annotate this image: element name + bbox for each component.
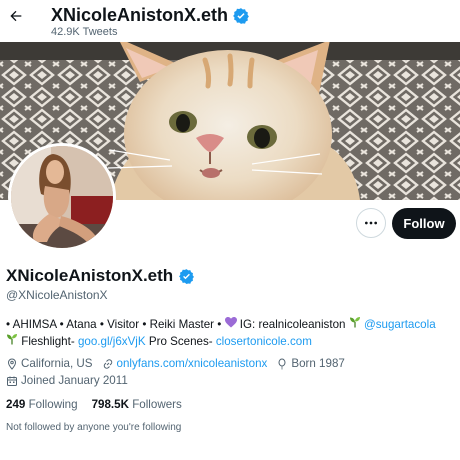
bio-text-ig: IG: realnicoleaniston: [239, 318, 349, 331]
following-label: Following: [28, 398, 78, 411]
joined-text: Joined January 2011: [21, 374, 128, 387]
display-name: XNicoleAnistonX.eth: [6, 266, 174, 285]
balloon-icon: [278, 358, 286, 369]
purple-heart-icon: [224, 317, 237, 328]
profile-meta-row-2: Joined January 2011: [6, 374, 137, 387]
more-options-button[interactable]: [356, 208, 386, 238]
link-icon: [103, 358, 112, 369]
location-text: California, US: [21, 357, 93, 370]
not-followed-notice: Not followed by anyone you're following: [6, 422, 182, 433]
profile-meta-row-1: California, US onlyfans.com/xnicoleanist…: [6, 357, 354, 370]
tweets-count: 42.9K Tweets: [51, 26, 118, 38]
user-handle: @XNicoleAnistonX: [6, 288, 108, 302]
header-title-row: XNicoleAnistonX.eth: [51, 5, 250, 26]
website-item: onlyfans.com/xnicoleanistonx: [102, 357, 268, 370]
avatar-image: [11, 146, 113, 248]
birthdate-item: Born 1987: [276, 357, 345, 370]
follow-stats: 249 Following 798.5K Followers: [6, 398, 182, 411]
calendar-icon: [7, 376, 17, 386]
bio-line-2: Fleshlight- goo.gl/j6xVjK Pro Scenes- cl…: [6, 333, 458, 350]
profile-avatar[interactable]: [8, 143, 116, 251]
joined-item: Joined January 2011: [6, 374, 128, 387]
back-button[interactable]: [6, 6, 26, 26]
bio-text-fleshlight: Fleshlight-: [21, 335, 78, 348]
bio-text-pro-scenes: Pro Scenes-: [148, 335, 216, 348]
followers-link[interactable]: 798.5K Followers: [92, 398, 182, 411]
profile-name-row: XNicoleAnistonX.eth: [6, 266, 195, 286]
profile-header-bar: XNicoleAnistonX.eth 42.9K Tweets: [0, 0, 460, 42]
profile-bio: • AHIMSA • Atana • Visitor • Reiki Maste…: [6, 316, 458, 350]
follow-button[interactable]: Follow: [392, 208, 456, 239]
location-item: California, US: [6, 357, 93, 370]
bio-site-link[interactable]: closertonicole.com: [216, 335, 312, 348]
header-title: XNicoleAnistonX.eth: [51, 5, 229, 25]
seedling-icon: [349, 317, 360, 328]
seedling-icon: [7, 334, 17, 345]
website-link[interactable]: onlyfans.com/xnicoleanistonx: [117, 357, 268, 370]
bio-short-link[interactable]: goo.gl/j6xVjK: [78, 335, 146, 348]
bio-mention-link[interactable]: @sugartacola: [364, 318, 436, 331]
verified-badge-icon: [233, 7, 249, 24]
bio-line-1: • AHIMSA • Atana • Visitor • Reiki Maste…: [6, 316, 458, 333]
location-pin-icon: [7, 357, 17, 370]
followers-label: Followers: [132, 398, 182, 411]
following-count: 249: [6, 398, 26, 411]
following-link[interactable]: 249 Following: [6, 398, 78, 411]
followers-count: 798.5K: [91, 398, 129, 411]
more-options-icon: [365, 221, 377, 225]
verified-badge-icon: [179, 268, 195, 284]
bio-text: • AHIMSA • Atana • Visitor • Reiki Maste…: [6, 318, 225, 331]
arrow-left-icon: [10, 10, 22, 22]
birthdate-text: Born 1987: [291, 357, 345, 370]
